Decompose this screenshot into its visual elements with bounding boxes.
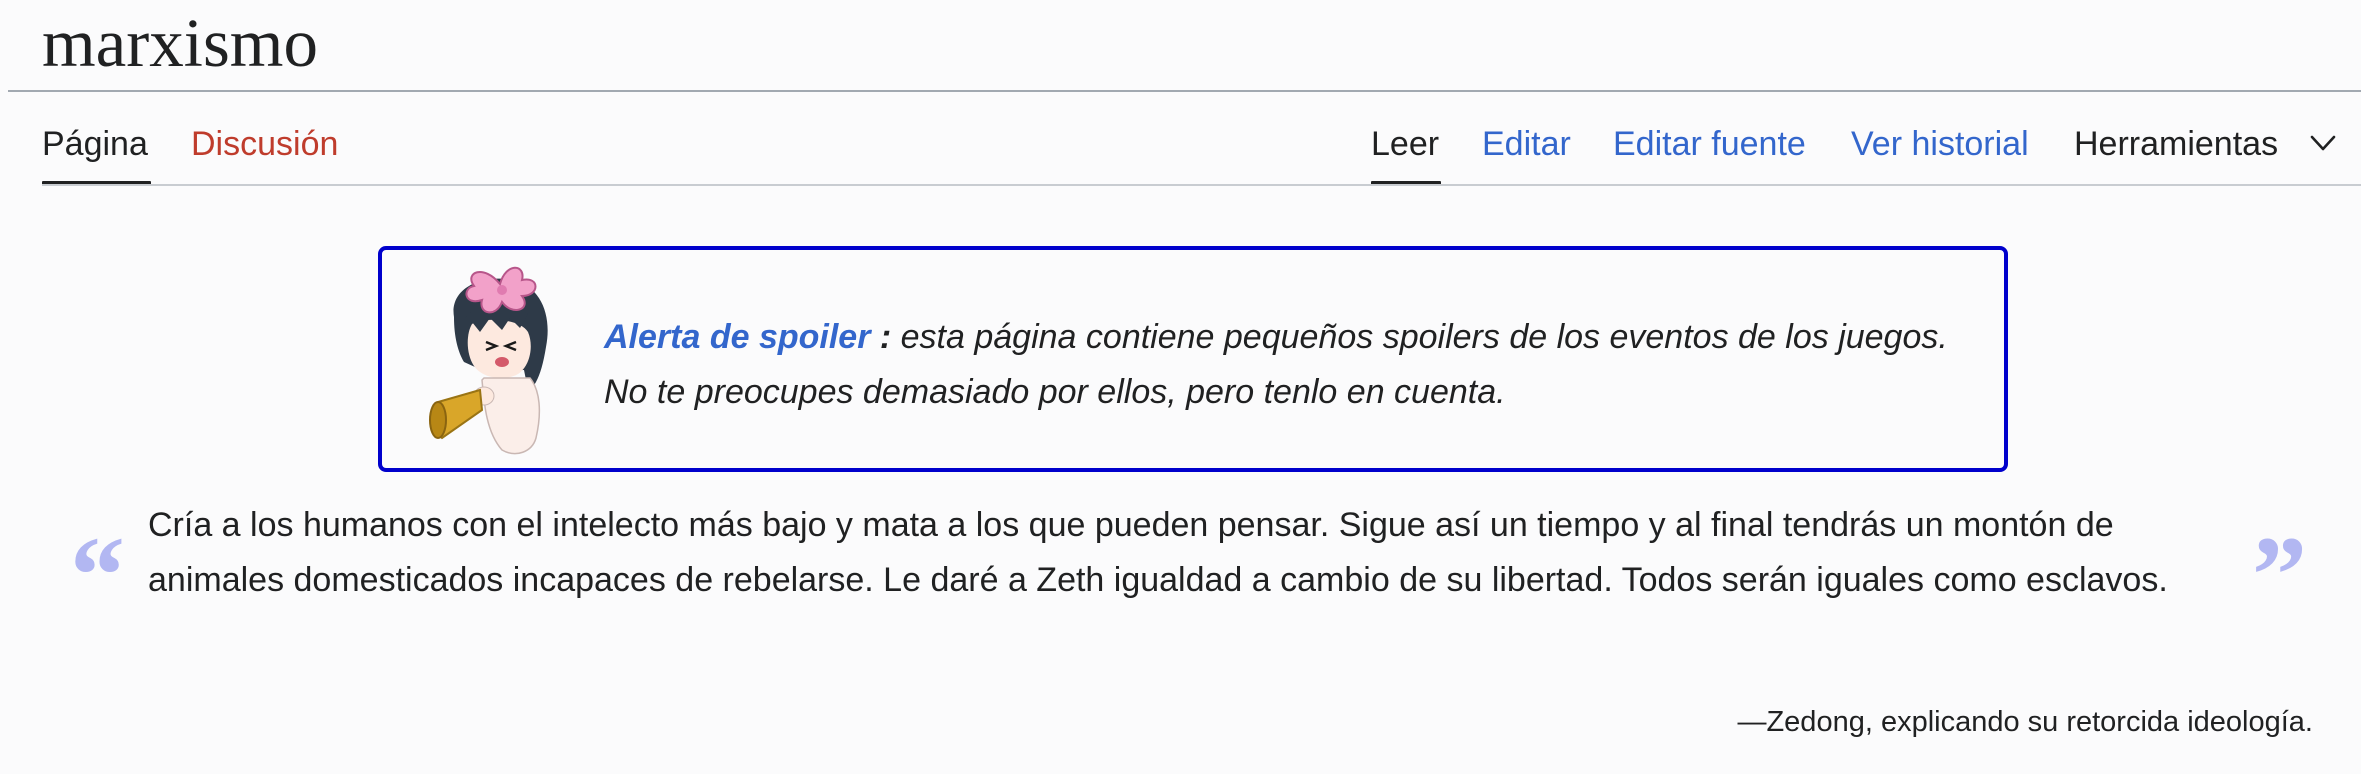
spoiler-line-2: No te preocupes demasiado por ellos, per… [604,373,1506,411]
tools-menu-button[interactable]: Herramientas [2074,122,2278,166]
spoiler-notice-box: Alerta de spoiler : esta página contiene… [378,246,2008,472]
quote-text: Cría a los humanos con el intelecto más … [148,506,2168,599]
megaphone-character-icon [429,266,548,455]
tab-edit-source[interactable]: Editar fuente [1613,122,1806,166]
spoiler-alert-link[interactable]: Alerta de spoiler [604,318,870,356]
tab-page[interactable]: Página [42,122,148,166]
close-quote-mark: ” [2252,514,2307,636]
tab-read[interactable]: Leer [1371,122,1439,166]
tab-view-history[interactable]: Ver historial [1851,122,2029,166]
quote-attribution: —Zedong, explicando su retorcida ideolog… [1737,706,2313,738]
spoiler-colon: : [870,318,892,356]
article-page: marxismo Página Discusión Leer Editar Ed… [0,0,2361,774]
tab-discussion[interactable]: Discusión [191,122,338,166]
title-divider [8,90,2361,92]
chevron-down-icon[interactable] [2310,130,2336,156]
spoiler-line-1-text: esta página contiene pequeños spoilers d… [891,318,1948,356]
page-title: marxismo [42,5,318,81]
open-quote-mark: “ [70,514,125,636]
tab-edit[interactable]: Editar [1482,122,1571,166]
tabs-divider [42,184,2361,186]
spoiler-message: Alerta de spoiler : esta página contiene… [604,310,1948,420]
spoiler-line-1: Alerta de spoiler : esta página contiene… [604,310,1948,365]
